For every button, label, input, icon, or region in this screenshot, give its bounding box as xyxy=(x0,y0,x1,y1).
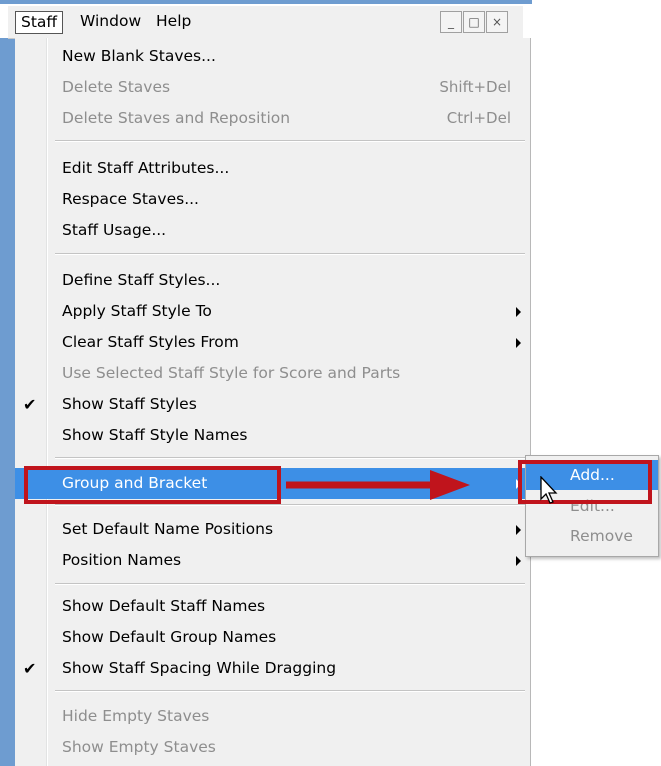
mouse-cursor-icon xyxy=(540,476,558,504)
annotation-arrow-icon xyxy=(286,470,470,500)
